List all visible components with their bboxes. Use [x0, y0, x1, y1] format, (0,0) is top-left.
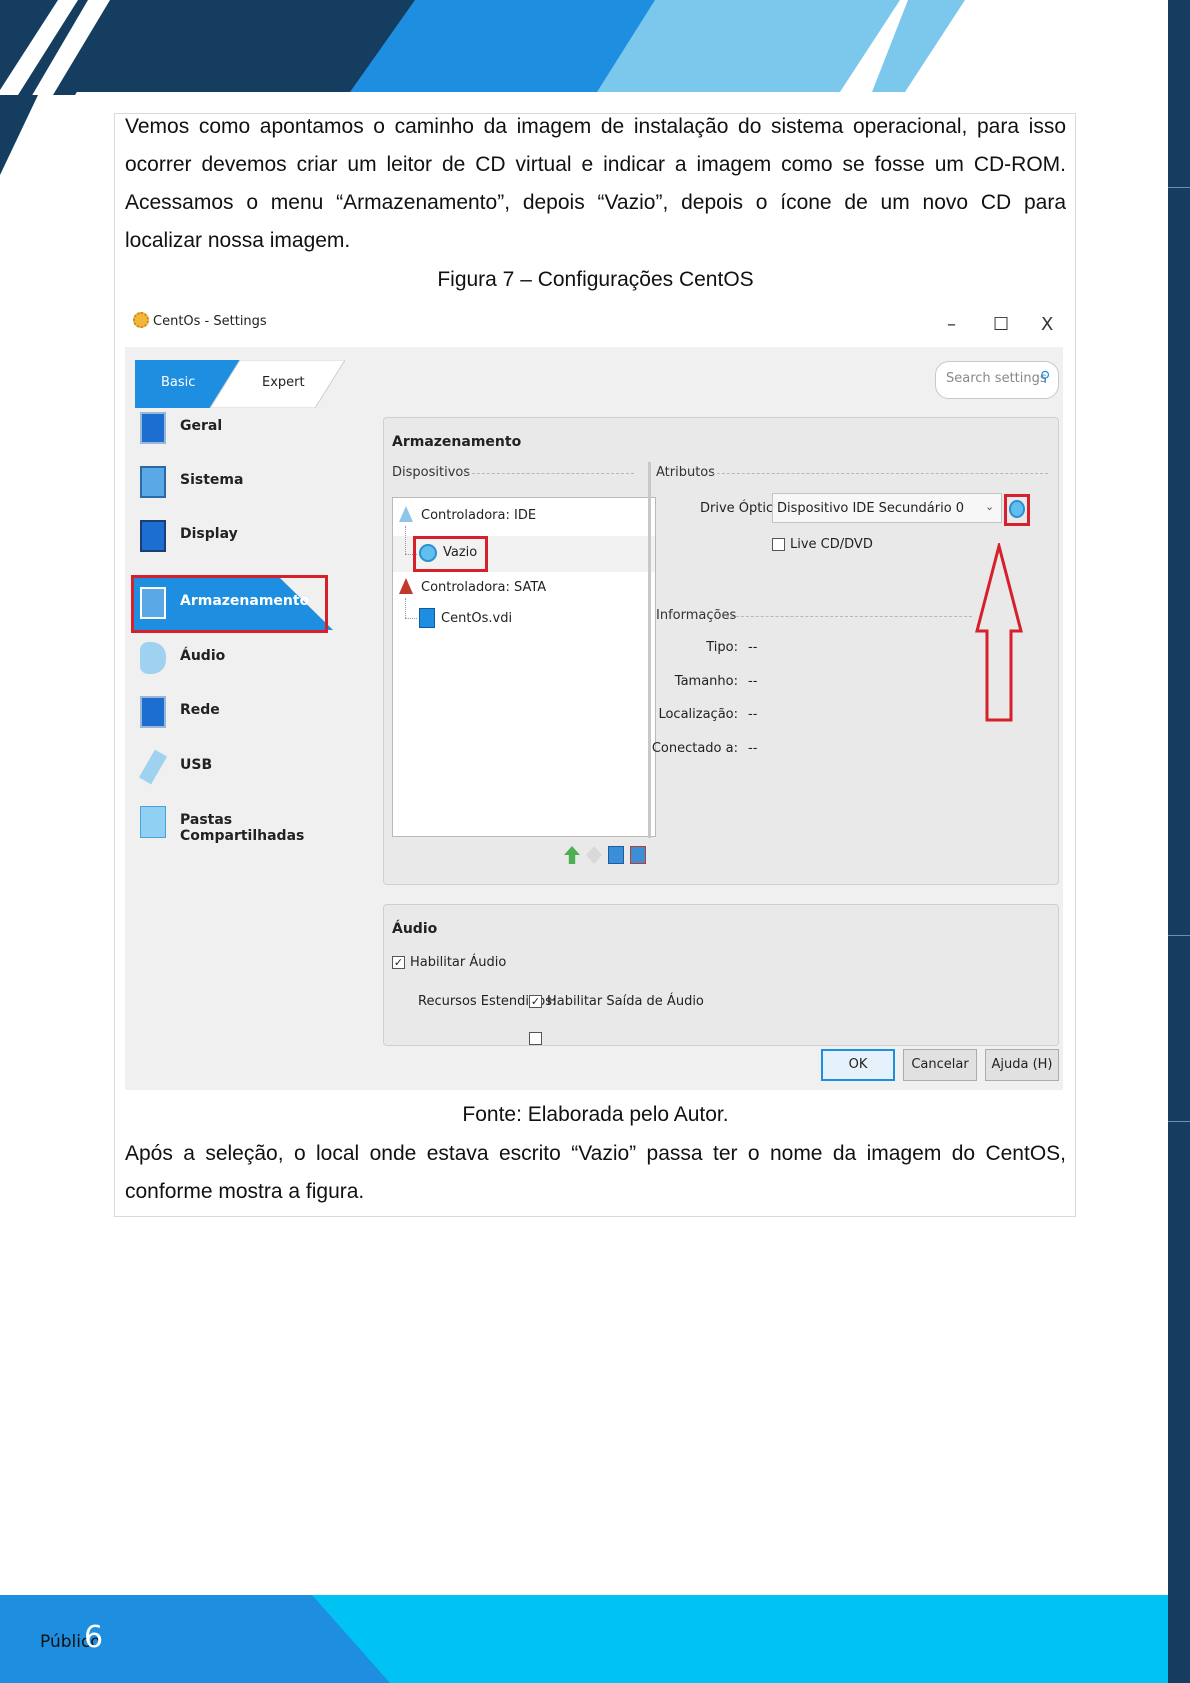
drive-select-value: Dispositivo IDE Secundário 0 [777, 501, 965, 516]
sidebar-item-label: Rede [180, 702, 220, 718]
footer-band [0, 1595, 1168, 1683]
usb-icon [138, 749, 168, 785]
info-key-localizacao: Localização: [658, 707, 738, 722]
disk-icon [419, 608, 435, 628]
sidebar-item-label: Pastas Compartilhadas [180, 812, 305, 844]
stripe-tick [1168, 935, 1190, 936]
sidebar-item-audio[interactable]: Áudio [140, 634, 330, 682]
folder-icon [140, 806, 166, 838]
sidebar-item-label: Áudio [180, 648, 226, 664]
highlight-box-cd-button [1004, 494, 1030, 526]
paragraph-2-line-2: conforme mostra a figura. [125, 1180, 365, 1203]
live-cd-label: Live CD/DVD [790, 537, 873, 552]
window-title: CentOs - Settings [153, 314, 267, 329]
tree-item-centos-vdi[interactable]: CentOs.vdi [441, 611, 512, 626]
sidebar-item-display[interactable]: Display [140, 512, 330, 560]
search-settings-input[interactable]: Search settings ⚲ [935, 361, 1059, 399]
paragraph-1-line-1: Vemos como apontamos o caminho da imagem… [125, 115, 1066, 138]
sidebar-item-sistema[interactable]: Sistema [140, 458, 330, 506]
monitor-icon [140, 412, 166, 444]
network-icon [140, 696, 166, 728]
tree-connector [405, 618, 417, 619]
info-value-tamanho: -- [748, 674, 758, 689]
info-value-localizacao: -- [748, 707, 758, 722]
sidebar-item-label: USB [180, 757, 213, 773]
choose-disk-button[interactable] [990, 498, 1004, 518]
highlight-box-vazio [413, 536, 488, 572]
audio-panel: Áudio ✓ Habilitar Áudio Recursos Estendi… [383, 904, 1059, 1046]
device-tree[interactable]: Controladora: IDE Vazio Controladora: SA… [392, 497, 656, 837]
tree-item-ide[interactable]: Controladora: IDE [421, 508, 536, 523]
help-button[interactable]: Ajuda (H) [985, 1049, 1059, 1081]
info-value-tipo: -- [748, 640, 758, 655]
display-icon [140, 520, 166, 552]
maximize-button[interactable]: ☐ [993, 314, 1009, 335]
tab-basic[interactable]: Basic [161, 375, 195, 390]
splitter[interactable] [648, 462, 651, 838]
sata-controller-icon [399, 578, 413, 594]
tree-connector [405, 526, 406, 554]
right-edge-stripe [1168, 0, 1190, 1683]
drive-select[interactable]: Dispositivo IDE Secundário 0 ⌄ [772, 493, 1002, 523]
stripe-tick [1168, 1121, 1190, 1122]
enable-audio-label: Habilitar Áudio [410, 955, 507, 970]
devices-separator [462, 473, 634, 474]
sidebar-item-pastas[interactable]: Pastas Compartilhadas [140, 798, 330, 846]
page-number: 6 [84, 1620, 104, 1655]
tab-expert[interactable]: Expert [262, 375, 305, 390]
remove-controller-icon[interactable] [586, 846, 602, 864]
paragraph-1-line-4: localizar nossa imagem. [125, 229, 351, 252]
header-banner-tail [0, 95, 38, 175]
info-value-conectado: -- [748, 741, 758, 756]
paragraph-1-line-3: Acessamos o menu “Armazenamento”, depois… [125, 191, 1066, 214]
stripe-tick [1168, 187, 1190, 188]
sidebar-item-rede[interactable]: Rede [140, 688, 330, 736]
sidebar-item-label: Sistema [180, 472, 244, 488]
enable-audio-checkbox[interactable]: ✓ [392, 956, 405, 969]
settings-body: Basic Expert Search settings ⚲ Geral Sis… [125, 347, 1063, 1090]
add-controller-icon[interactable] [564, 846, 580, 864]
attributes-separator [712, 473, 1048, 474]
close-button[interactable]: X [1041, 314, 1053, 335]
ok-button[interactable]: OK [821, 1049, 895, 1081]
info-key-conectado: Conectado a: [651, 741, 738, 756]
storage-panel: Armazenamento Dispositivos Controladora:… [383, 417, 1059, 885]
cancel-button[interactable]: Cancelar [903, 1049, 977, 1081]
highlight-box-armazenamento [131, 575, 328, 633]
paragraph-1-line-2: ocorrer devemos criar um leitor de CD vi… [125, 153, 1066, 176]
devices-label: Dispositivos [392, 465, 471, 480]
live-cd-checkbox[interactable] [772, 538, 785, 551]
enable-output-label: Habilitar Saída de Áudio [547, 994, 704, 1009]
sidebar-item-geral[interactable]: Geral [140, 404, 330, 452]
info-key-tamanho: Tamanho: [674, 674, 738, 689]
virtualbox-settings-screenshot: CentOs - Settings – ☐ X Basic Expert Sea… [125, 302, 1063, 1090]
add-attachment-icon[interactable] [608, 846, 624, 864]
speaker-icon [140, 642, 166, 674]
audio-section-title: Áudio [392, 921, 438, 937]
info-key-tipo: Tipo: [706, 640, 738, 655]
red-arrow-annotation [975, 543, 1023, 722]
paragraph-2-line-1: Após a seleção, o local onde estava escr… [125, 1142, 1066, 1165]
search-placeholder: Search settings [946, 371, 1047, 386]
minimize-button[interactable]: – [947, 314, 956, 335]
gear-icon [133, 312, 149, 328]
sidebar-item-usb[interactable]: USB [138, 743, 330, 791]
storage-section-title: Armazenamento [392, 434, 522, 450]
tree-item-sata[interactable]: Controladora: SATA [421, 580, 546, 595]
header-banner [0, 0, 1190, 95]
enable-input-checkbox[interactable] [529, 1032, 542, 1045]
figure-caption: Figura 7 – Configurações CentOS [437, 268, 754, 291]
info-label: Informações [656, 608, 737, 623]
figure-source: Fonte: Elaborada pelo Autor. [462, 1103, 729, 1126]
remove-attachment-icon[interactable] [630, 846, 646, 864]
info-separator [726, 616, 972, 617]
sidebar-item-label: Geral [180, 418, 223, 434]
search-icon: ⚲ [1040, 369, 1051, 385]
sidebar-item-label: Display [180, 526, 238, 542]
ide-controller-icon [399, 506, 413, 522]
chip-icon [140, 466, 166, 498]
tree-connector [405, 598, 406, 618]
attributes-label: Atributos [656, 465, 716, 480]
enable-output-checkbox[interactable]: ✓ [529, 995, 542, 1008]
